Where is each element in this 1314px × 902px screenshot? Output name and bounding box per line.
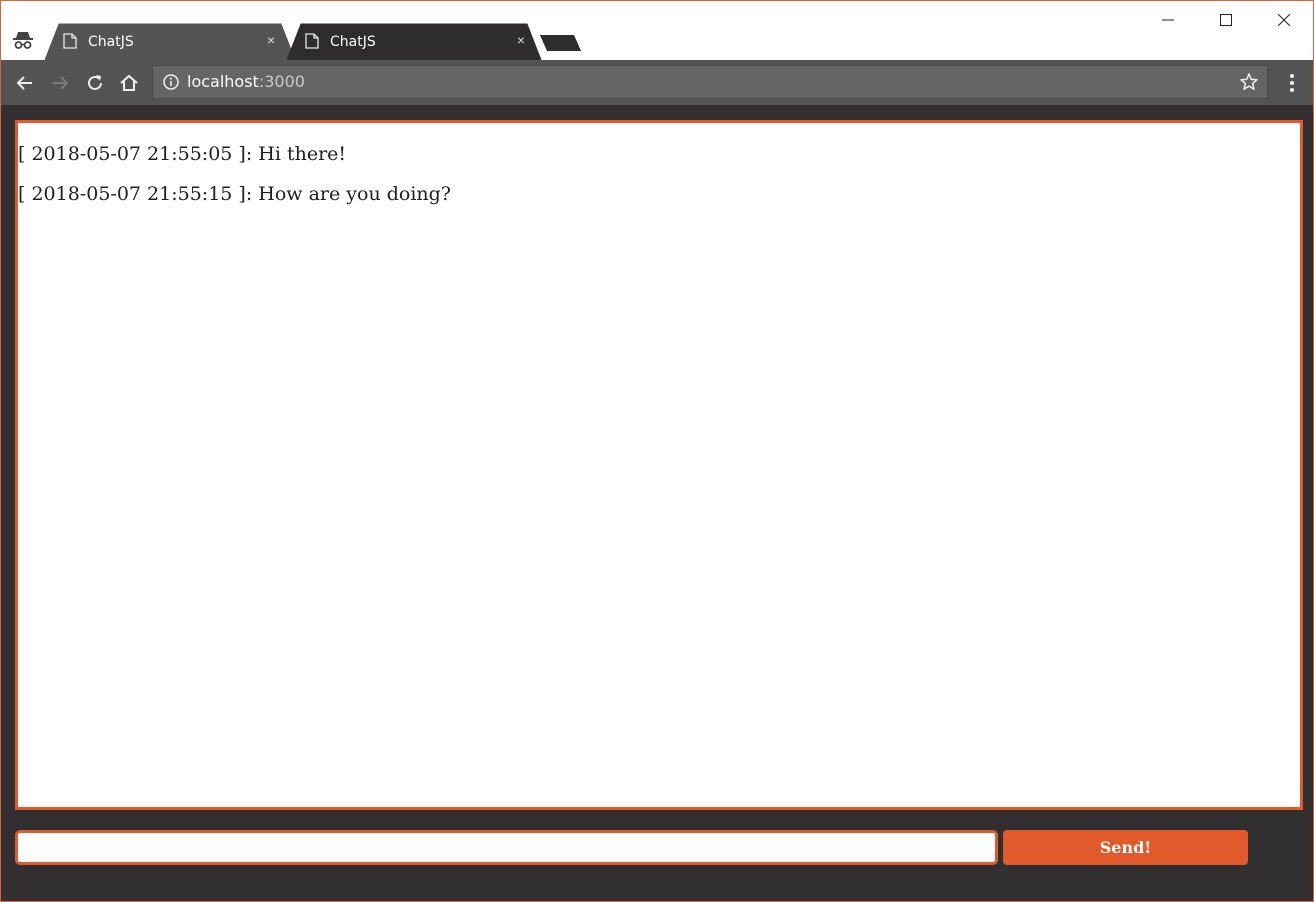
tab-strip: ChatJS × ChatJS × xyxy=(1,1,1313,60)
tab-title: ChatJS xyxy=(330,34,376,50)
minimize-button[interactable] xyxy=(1139,1,1197,39)
maximize-icon xyxy=(1220,14,1232,26)
tab-title: ChatJS xyxy=(88,34,134,50)
send-button[interactable]: Send! xyxy=(1003,830,1248,865)
info-icon[interactable] xyxy=(163,74,179,95)
page-content: [ 2018-05-07 21:55:05 ]: Hi there! [ 201… xyxy=(1,105,1313,901)
reload-button[interactable] xyxy=(84,72,106,94)
minimize-icon xyxy=(1162,19,1174,21)
maximize-button[interactable] xyxy=(1197,1,1255,39)
home-button[interactable] xyxy=(118,72,140,94)
close-tab-icon[interactable]: × xyxy=(513,32,529,48)
forward-arrow-icon xyxy=(53,76,69,90)
chat-message: [ 2018-05-07 21:55:15 ]: How are you doi… xyxy=(18,183,451,205)
back-arrow-icon xyxy=(16,76,32,90)
url-port: :3000 xyxy=(258,72,305,91)
tab-chatjs[interactable]: ChatJS × xyxy=(287,23,545,60)
reload-icon xyxy=(88,75,102,90)
document-icon xyxy=(63,33,77,54)
browser-menu-button[interactable] xyxy=(1282,71,1302,95)
close-icon xyxy=(1278,14,1290,26)
address-bar[interactable]: localhost:3000 xyxy=(152,65,1268,99)
message-input[interactable] xyxy=(15,830,998,865)
document-icon xyxy=(305,33,319,54)
incognito-icon xyxy=(11,29,35,53)
more-vertical-icon xyxy=(1290,74,1294,92)
home-icon xyxy=(120,74,138,91)
url-text[interactable]: localhost:3000 xyxy=(187,72,305,92)
chat-messages: [ 2018-05-07 21:55:05 ]: Hi there! [ 201… xyxy=(15,120,1303,810)
close-window-button[interactable] xyxy=(1255,1,1313,39)
forward-button[interactable] xyxy=(49,72,71,94)
new-tab-button[interactable] xyxy=(537,32,583,59)
back-button[interactable] xyxy=(14,72,36,94)
url-host: localhost xyxy=(187,72,259,91)
close-tab-icon[interactable]: × xyxy=(263,32,279,48)
tab-chatjs-active[interactable]: ChatJS × xyxy=(45,23,295,60)
window-controls xyxy=(1139,1,1313,39)
browser-toolbar: localhost:3000 xyxy=(1,60,1313,105)
bookmark-star-icon[interactable] xyxy=(1239,72,1259,97)
chat-message: [ 2018-05-07 21:55:05 ]: Hi there! xyxy=(18,143,347,165)
browser-window: ChatJS × ChatJS × localhost:3000 [2018-… xyxy=(0,0,1314,902)
